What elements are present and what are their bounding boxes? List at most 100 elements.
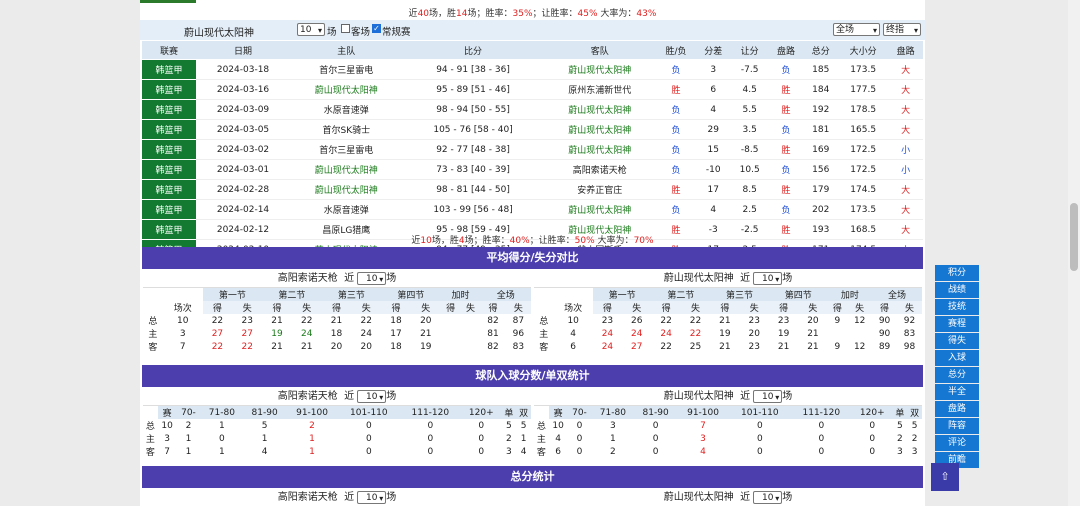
stat-cell: 0 [756, 446, 763, 457]
score-cell[interactable]: 103 - 99 [56 - 48] [402, 199, 544, 220]
result-cell: 负 [656, 199, 696, 220]
league-cell[interactable]: 韩篮甲 [142, 79, 196, 100]
stat-row: 主 3 27 27 19 24 18 24 17 21 81 96 [143, 327, 531, 341]
home-team-cell[interactable]: 蔚山现代太阳神 [290, 159, 403, 180]
table-row[interactable]: 韩篮甲 2024-03-16 蔚山现代太阳神 95 - 89 [51 - 46] 原州东… [142, 79, 923, 100]
away-team-cell[interactable]: 安养正官庄 [543, 179, 657, 200]
chevron-down-icon: ▾ [317, 26, 322, 35]
back-to-top-button[interactable]: ⇧ [931, 463, 959, 491]
score-cell[interactable]: 98 - 81 [44 - 50] [402, 179, 544, 200]
stat-row: 客 7 22 22 21 21 20 20 18 19 82 83 [143, 340, 531, 354]
league-cell[interactable]: 韩篮甲 [142, 199, 196, 220]
period-header-row: 第一节 第二节 第三节 第四节 加时 全场 [143, 288, 531, 301]
count-select[interactable]: 10 ▾ [297, 23, 325, 36]
league-cell[interactable]: 韩篮甲 [142, 179, 196, 200]
home-team-cell[interactable]: 水原音速弹 [290, 99, 403, 120]
stat-cell: 19 [777, 328, 790, 339]
avg-left-count-select[interactable]: 10 ▾ [357, 271, 387, 285]
table-row[interactable]: 韩篮甲 2024-02-14 水原音速弹 103 - 99 [56 - 48] 蔚山现代… [142, 199, 923, 220]
home-team-cell[interactable]: 蔚山现代太阳神 [290, 179, 403, 200]
goal-right-count-select[interactable]: 10 ▾ [753, 389, 783, 403]
table-row[interactable]: 韩篮甲 2024-03-18 首尔三星雷电 94 - 91 [38 - 36] 蔚山现代… [142, 59, 923, 80]
league-cell[interactable]: 韩篮甲 [142, 119, 196, 140]
diff-cell: 29 [695, 119, 731, 140]
sidebar-item[interactable]: 技统 [935, 299, 979, 315]
away-team-cell[interactable]: 蔚山现代太阳神 [543, 99, 657, 120]
period-header: 全场 [872, 288, 922, 301]
score-cell[interactable]: 73 - 83 [40 - 39] [402, 159, 544, 180]
home-team-cell[interactable]: 蔚山现代太阳神 [290, 79, 403, 100]
stat-cell: 2 [505, 433, 512, 444]
league-cell[interactable]: 韩篮甲 [142, 139, 196, 160]
away-team-cell[interactable]: 原州东浦新世代 [543, 79, 657, 100]
league-cell[interactable]: 韩篮甲 [142, 159, 196, 180]
score-against-header: 失 [798, 301, 828, 314]
table-row[interactable]: 韩篮甲 2024-02-28 蔚山现代太阳神 98 - 81 [44 - 50] 安养正… [142, 179, 923, 200]
home-team-cell[interactable]: 首尔SK骑士 [290, 119, 403, 140]
score-against-header: 失 [680, 301, 711, 314]
score-cell[interactable]: 98 - 94 [50 - 55] [402, 99, 544, 120]
handicap-cell: -8.5 [730, 139, 769, 160]
stat-cell: 23 [241, 315, 253, 326]
summary-bottom: 近10场，胜4场；胜率：40%；让胜率：50% 大率为：70% [411, 236, 654, 246]
score-cell[interactable]: 105 - 76 [58 - 40] [402, 119, 544, 140]
sidebar-item[interactable]: 盘路 [935, 401, 979, 417]
table-row[interactable]: 韩篮甲 2024-03-01 蔚山现代太阳神 73 - 83 [40 - 39] 高阳索… [142, 159, 923, 180]
away-team-cell[interactable]: 蔚山现代太阳神 [543, 59, 657, 80]
scrollbar-thumb[interactable] [1070, 203, 1078, 271]
sidebar-item[interactable]: 积分 [935, 265, 979, 281]
away-team-cell[interactable]: 蔚山现代太阳神 [543, 139, 657, 160]
total-right-count-select[interactable]: 10 ▾ [753, 490, 783, 504]
table-row[interactable]: 韩篮甲 2024-03-02 首尔三星雷电 92 - 77 [48 - 38] 蔚山现代… [142, 139, 923, 160]
handicap-cell: 10.5 [730, 159, 769, 180]
stat-cell: 21 [271, 341, 283, 352]
result-cell: 负 [656, 99, 696, 120]
total-left-count-select[interactable]: 10 ▾ [357, 490, 387, 504]
score-cell[interactable]: 94 - 91 [38 - 36] [402, 59, 544, 80]
sidebar-item[interactable]: 总分 [935, 367, 979, 383]
avg-right-count-select[interactable]: 10 ▾ [753, 271, 783, 285]
table-row[interactable]: 韩篮甲 2024-03-05 首尔SK骑士 105 - 76 [58 - 40] 蔚山现… [142, 119, 923, 140]
away-team-cell[interactable]: 蔚山现代太阳神 [543, 119, 657, 140]
sidebar-item[interactable]: 得失 [935, 333, 979, 349]
sidebar-item[interactable]: 半全 [935, 384, 979, 400]
scope-select[interactable]: 全场 ▾ [833, 23, 880, 36]
avg-right-panel: 蔚山现代太阳神 近 10 ▾ 场 第一节 第二节 第三节 第四节 加时 全场 场次得失得失得失得… [534, 270, 922, 353]
over-under-cell: 177.5 [838, 79, 889, 100]
result-cell: 胜 [656, 79, 696, 100]
home-team-cell[interactable]: 首尔三星雷电 [290, 59, 403, 80]
goal-left-count-select[interactable]: 10 ▾ [357, 389, 387, 403]
stat-cell: 0 [869, 433, 876, 444]
table-row[interactable]: 韩篮甲 2024-03-09 水原音速弹 98 - 94 [50 - 55] 蔚山现代太… [142, 99, 923, 120]
league-cell[interactable]: 韩篮甲 [142, 59, 196, 80]
regular-checkbox[interactable]: ✓ [372, 24, 381, 33]
mode-select[interactable]: 终指 ▾ [883, 23, 921, 36]
home-team-cell[interactable]: 首尔三星雷电 [290, 139, 403, 160]
sidebar-item[interactable]: 入球 [935, 350, 979, 366]
blank-cell [534, 288, 593, 301]
handicap-result-cell: 负 [768, 199, 804, 220]
stat-cell: 20 [330, 341, 343, 352]
score-cell[interactable]: 92 - 77 [48 - 38] [402, 139, 544, 160]
total-right-header: 蔚山现代太阳神 近 10 ▾ 场 [534, 489, 922, 506]
stat-cell: 0 [427, 446, 434, 457]
score-for-header: 得 [262, 301, 292, 314]
away-team-cell[interactable]: 蔚山现代太阳神 [543, 199, 657, 220]
stat-cell: 23 [748, 341, 760, 352]
away-team-cell[interactable]: 高阳索诺天枪 [543, 159, 657, 180]
stat-cell: 6 [555, 446, 561, 457]
sidebar-item[interactable]: 赛程 [935, 316, 979, 332]
sidebar-item[interactable]: 战绩 [935, 282, 979, 298]
goal-col-header: 70- [567, 406, 592, 419]
sidebar-item[interactable]: 评论 [935, 435, 979, 451]
avg-right-header: 蔚山现代太阳神 近 10 ▾ 场 [534, 270, 922, 288]
away-checkbox[interactable] [341, 24, 350, 33]
home-team-cell[interactable]: 水原音速弹 [290, 199, 403, 220]
sidebar-item[interactable]: 阵容 [935, 418, 979, 434]
league-cell[interactable]: 韩篮甲 [142, 99, 196, 120]
score-cell[interactable]: 95 - 89 [51 - 46] [402, 79, 544, 100]
row-label: 总 [539, 317, 549, 327]
goal-col-header: 双 [907, 406, 922, 419]
stat-cell [461, 340, 481, 353]
scrollbar[interactable] [1068, 0, 1080, 506]
